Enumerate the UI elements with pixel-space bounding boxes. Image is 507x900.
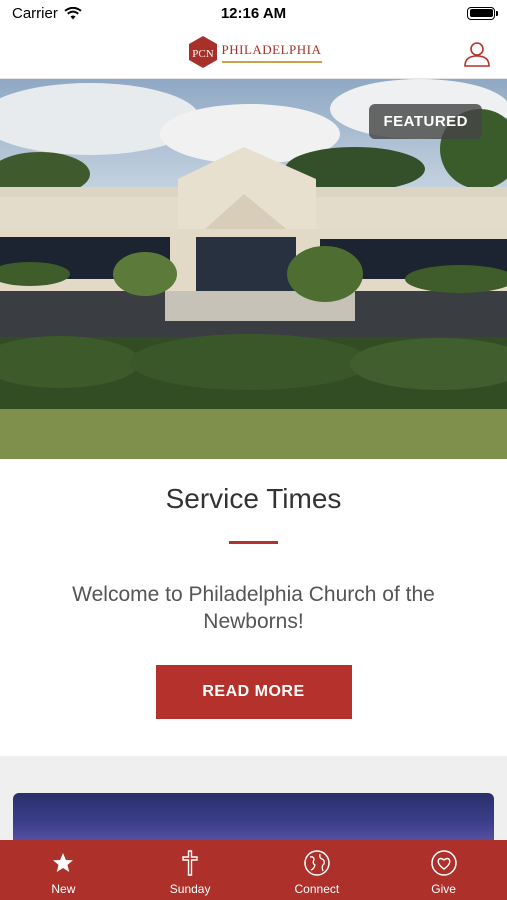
tab-sunday-label: Sunday [169, 882, 211, 896]
title-divider [229, 541, 278, 544]
card-title: Service Times [165, 483, 342, 514]
featured-image: FEATURED [0, 79, 507, 459]
logo-name: PHILADELPHIA [221, 41, 322, 57]
tab-connect-label: Connect [294, 882, 340, 896]
read-more-button[interactable]: READ MORE [155, 665, 352, 719]
featured-card[interactable]: FEATURED Service Times Welcome to Philad… [0, 79, 507, 756]
church-logo[interactable]: PCN PHILADELPHIA [186, 35, 322, 69]
tab-connect[interactable]: Connect [254, 840, 380, 896]
tab-give-label: Give [431, 882, 456, 896]
status-bar: Carrier 12:16 AM [0, 0, 507, 26]
logo-text: PHILADELPHIA [221, 41, 322, 63]
tab-sunday[interactable]: Sunday [127, 840, 253, 896]
featured-badge: FEATURED [369, 104, 482, 139]
card-description: Welcome to Philadelphia Church of the Ne… [72, 583, 435, 633]
status-left: Carrier [12, 5, 82, 22]
tab-new[interactable]: New [0, 840, 126, 896]
user-profile-icon[interactable] [463, 40, 491, 68]
wifi-icon [64, 6, 82, 19]
heart-icon [430, 850, 457, 876]
card-body: Service Times Welcome to Philadelphia Ch… [0, 483, 507, 719]
carrier-label: Carrier [12, 4, 58, 22]
logo-initials: PCN [192, 48, 213, 60]
globe-icon [304, 850, 330, 876]
star-icon [53, 853, 74, 872]
logo-subtitle [221, 58, 322, 63]
tab-give[interactable]: Give [381, 840, 507, 896]
nav-bar: PCN PHILADELPHIA [0, 26, 507, 79]
battery-icon [467, 6, 498, 20]
tab-new-label: New [51, 882, 76, 896]
cross-icon [182, 850, 198, 876]
logo-hexagon-icon: PCN [188, 36, 217, 68]
tab-bar: New Sunday Connect Give [0, 840, 507, 900]
